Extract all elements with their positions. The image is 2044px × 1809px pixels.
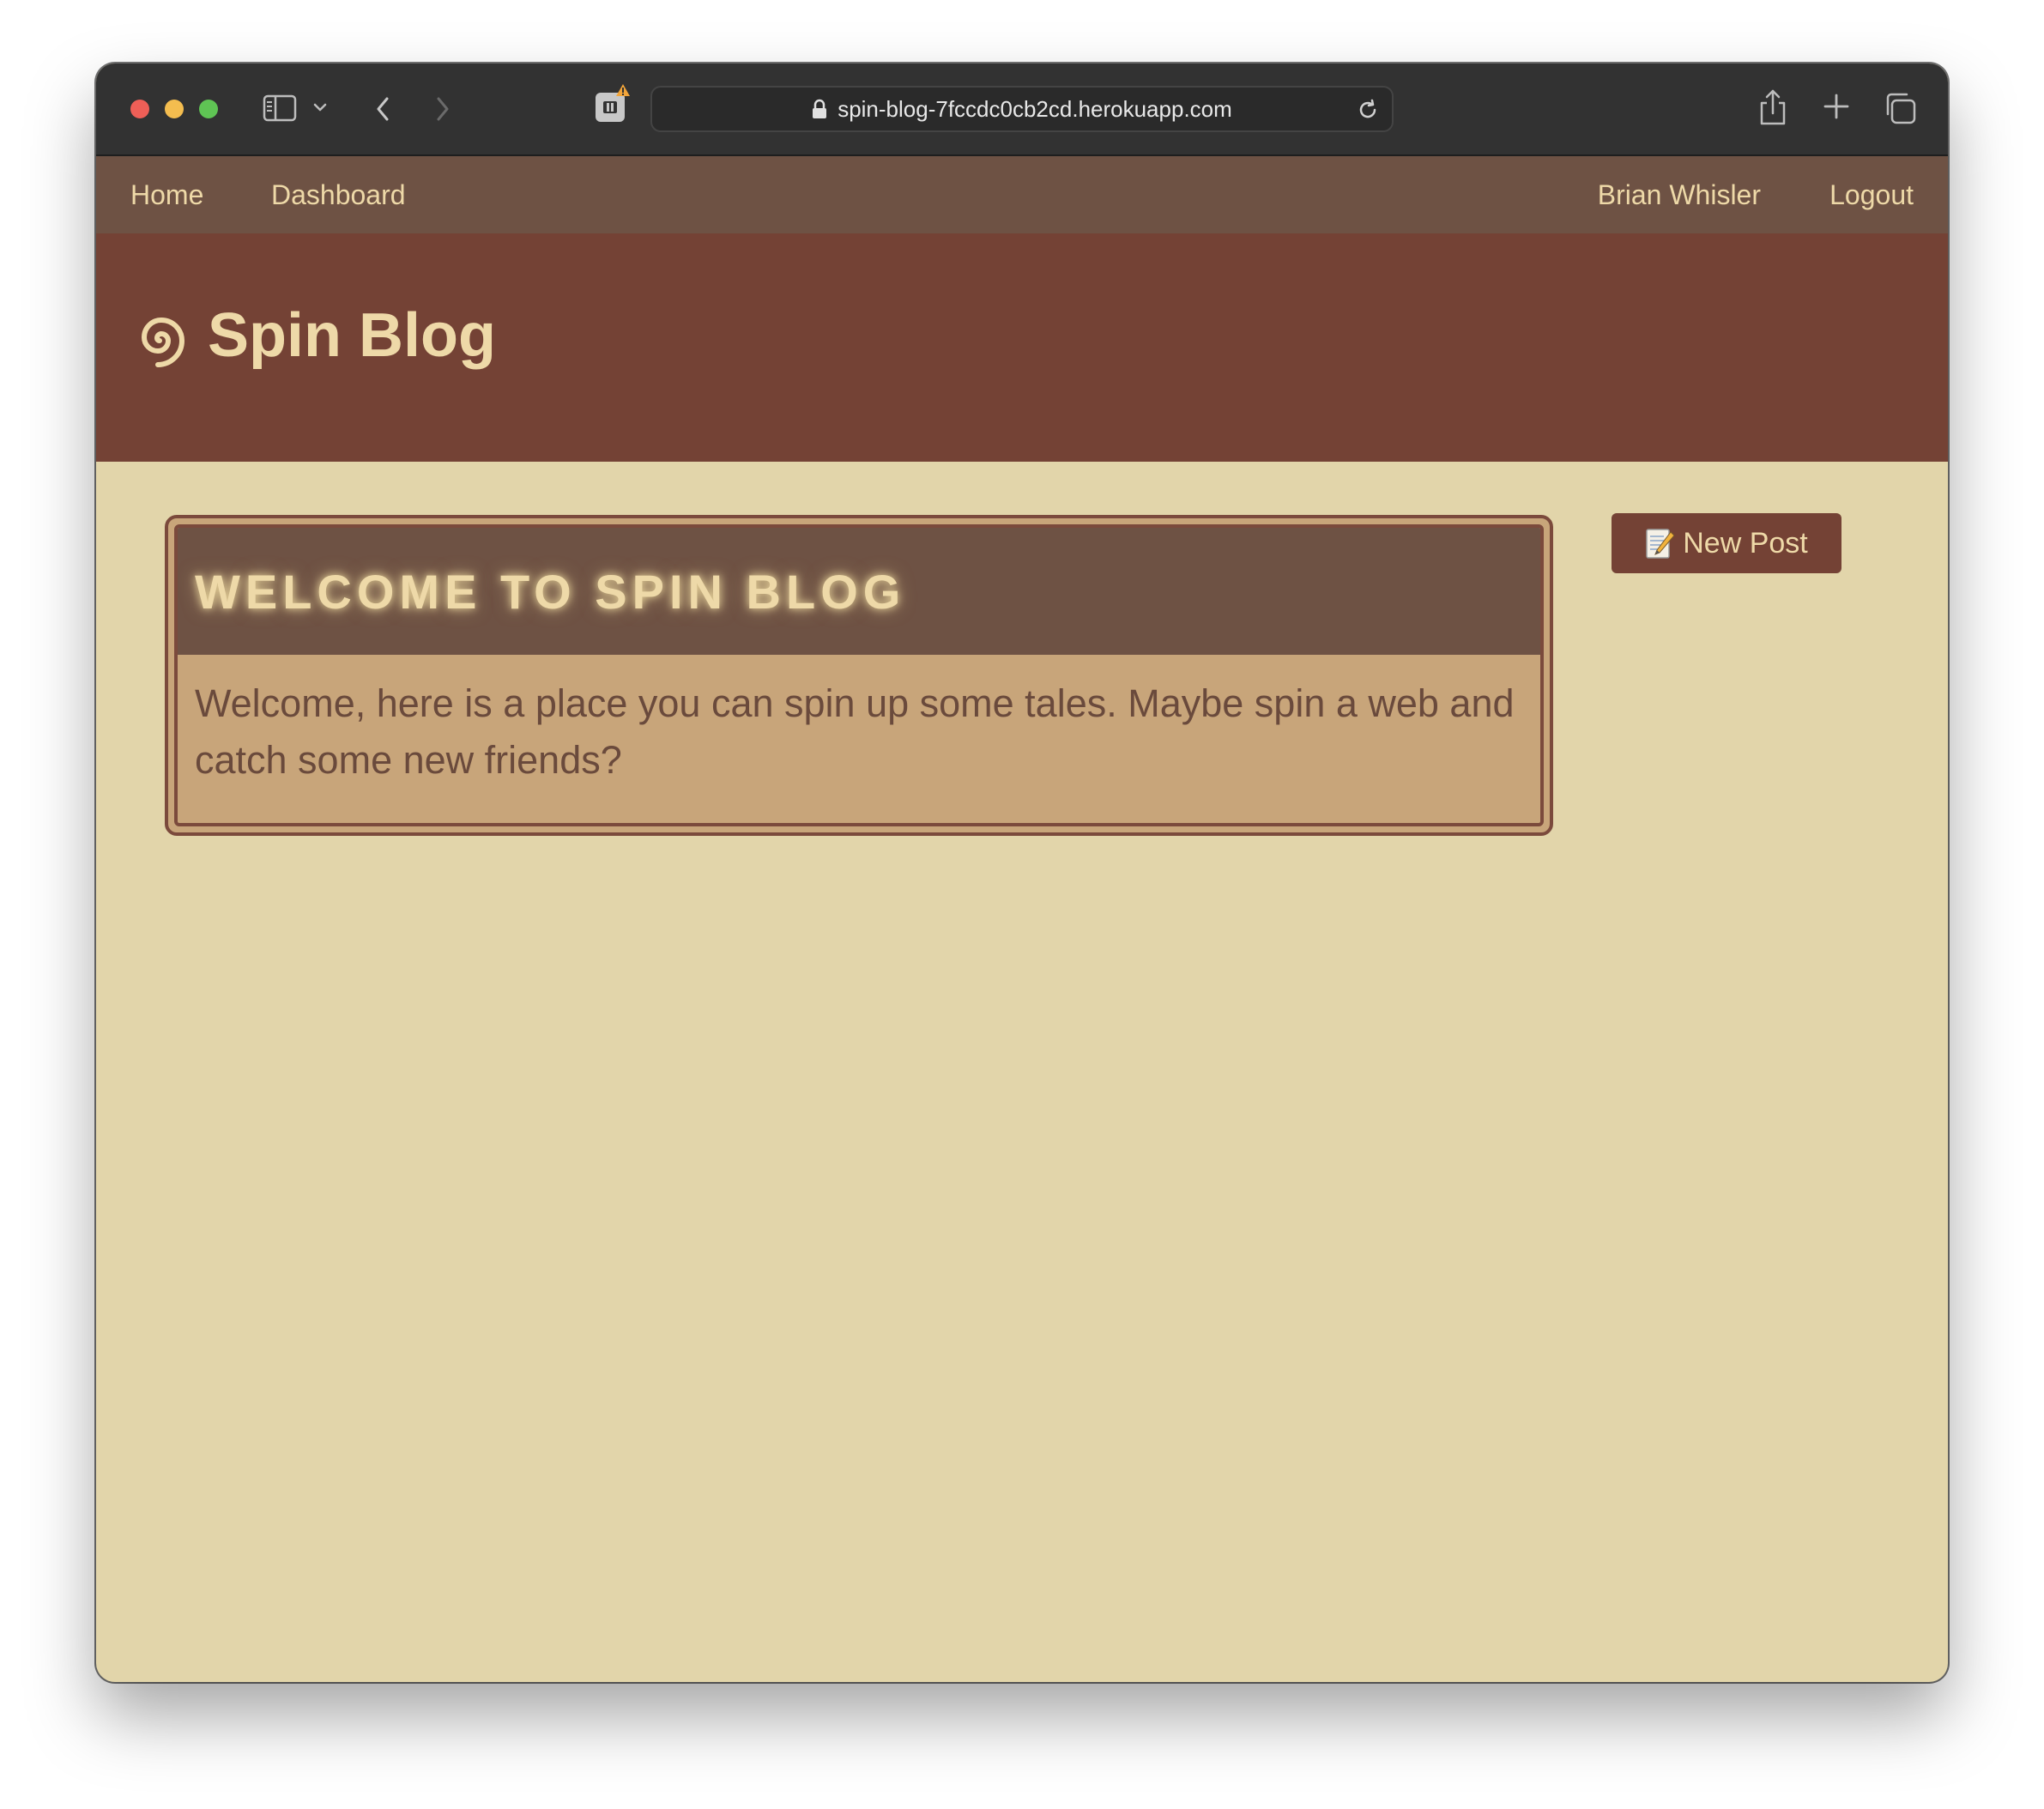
nav-user-link[interactable]: Brian Whisler (1598, 156, 1761, 233)
tab-overview-icon[interactable] (1883, 91, 1917, 125)
reload-icon[interactable] (1356, 98, 1380, 128)
address-bar[interactable]: spin-blog-7fccdc0cb2cd.herokuapp.com (650, 86, 1394, 132)
browser-window: spin-blog-7fccdc0cb2cd.herokuapp.com Hom… (96, 64, 1948, 1682)
site-title: Spin Blog (208, 301, 496, 370)
new-post-button[interactable]: New Post (1612, 513, 1841, 573)
nav-logout-link[interactable]: Logout (1829, 156, 1914, 233)
browser-toolbar: spin-blog-7fccdc0cb2cd.herokuapp.com (96, 64, 1948, 156)
nav-dashboard-link[interactable]: Dashboard (271, 156, 406, 233)
chevron-down-icon[interactable] (312, 101, 328, 113)
sidebar-toggle-icon[interactable] (263, 94, 297, 122)
lock-icon (812, 99, 827, 119)
close-window-button[interactable] (130, 100, 149, 118)
spiral-icon (141, 317, 185, 367)
welcome-card-inner: Welcome to Spin Blog Welcome, here is a … (174, 524, 1544, 826)
welcome-title: Welcome to Spin Blog (195, 564, 906, 619)
minimize-window-button[interactable] (165, 100, 184, 118)
forward-icon[interactable] (432, 94, 453, 124)
site-header: Spin Blog (96, 233, 1948, 462)
zoom-window-button[interactable] (199, 100, 218, 118)
new-tab-icon[interactable] (1823, 93, 1850, 120)
nav-home-link[interactable]: Home (130, 156, 203, 233)
welcome-body: Welcome, here is a place you can spin up… (195, 681, 1515, 782)
brand[interactable]: Spin Blog (129, 300, 496, 371)
new-post-label: New Post (1683, 526, 1808, 560)
back-icon[interactable] (372, 94, 393, 124)
welcome-card: Welcome to Spin Blog Welcome, here is a … (165, 515, 1553, 836)
welcome-card-header: Welcome to Spin Blog (178, 528, 1540, 655)
extension-icon[interactable] (592, 82, 630, 125)
url-text: spin-blog-7fccdc0cb2cd.herokuapp.com (838, 95, 1232, 122)
memo-icon (1646, 529, 1675, 559)
share-icon[interactable] (1757, 88, 1788, 127)
site-navbar: Home Dashboard Brian Whisler Logout (96, 156, 1948, 233)
